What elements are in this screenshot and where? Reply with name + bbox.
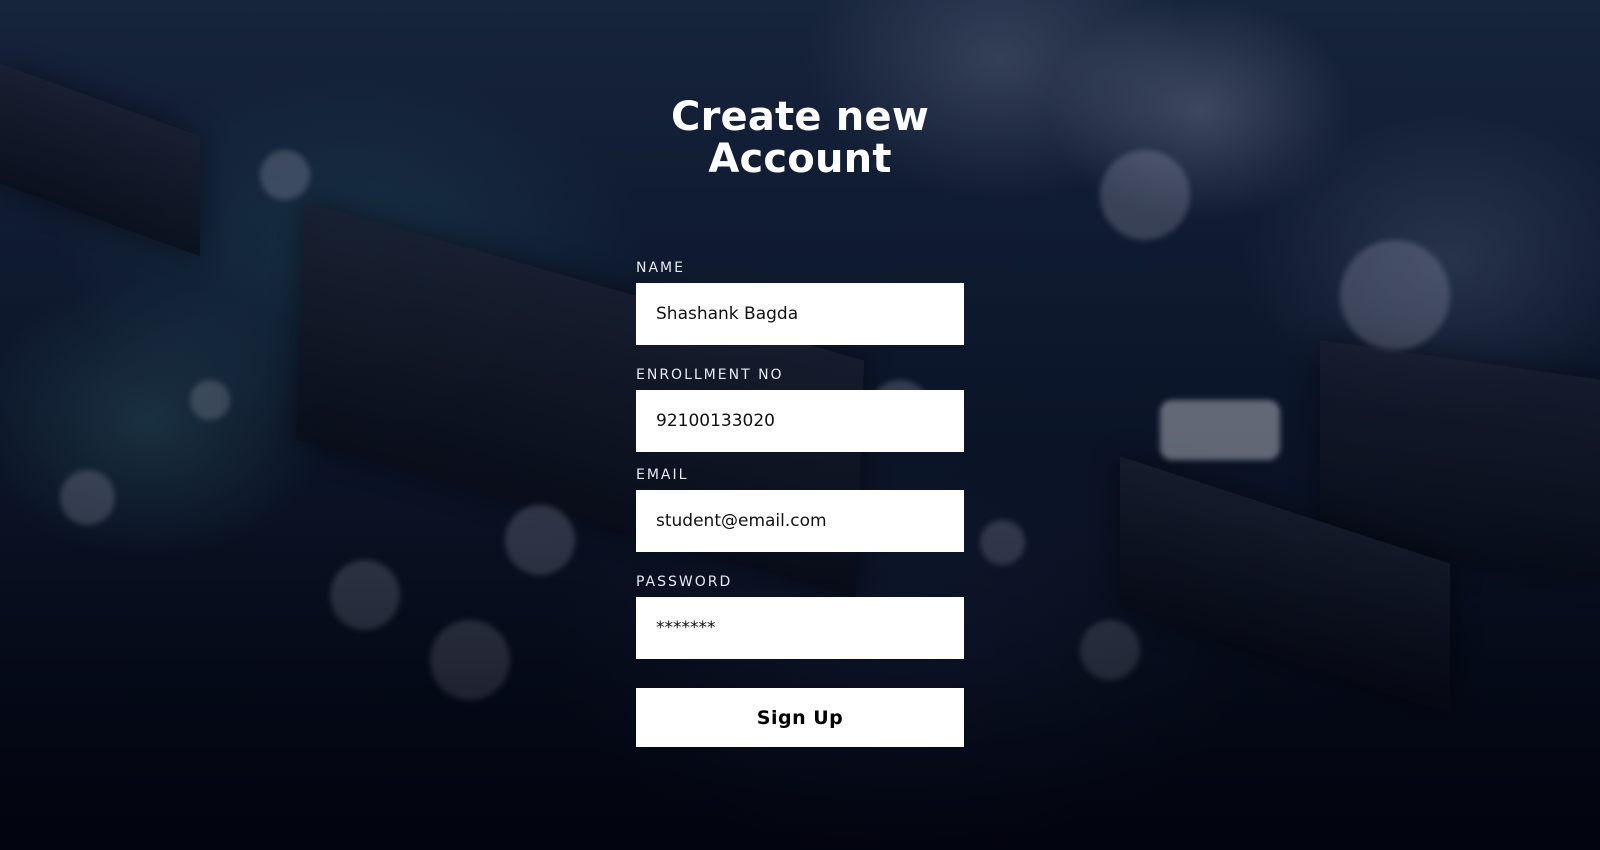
password-input[interactable] (636, 597, 964, 659)
email-field-group: EMAIL (636, 465, 964, 552)
enrollment-field-group: ENROLLMENT NO (636, 365, 964, 452)
enrollment-no-label: ENROLLMENT NO (636, 367, 784, 383)
signup-panel: Create new Account NAME ENROLLMENT NO EM… (636, 94, 964, 747)
password-label: PASSWORD (636, 574, 733, 590)
page-title: Create new Account (671, 94, 929, 182)
signup-form: NAME ENROLLMENT NO EMAIL PASSWORD Sign U… (636, 258, 964, 747)
email-label: EMAIL (636, 467, 689, 483)
sign-up-button[interactable]: Sign Up (636, 688, 964, 747)
email-input[interactable] (636, 490, 964, 552)
enrollment-no-input[interactable] (636, 390, 964, 452)
password-field-group: PASSWORD (636, 572, 964, 659)
name-field-group: NAME (636, 258, 964, 345)
name-input[interactable] (636, 283, 964, 345)
name-label: NAME (636, 260, 685, 276)
